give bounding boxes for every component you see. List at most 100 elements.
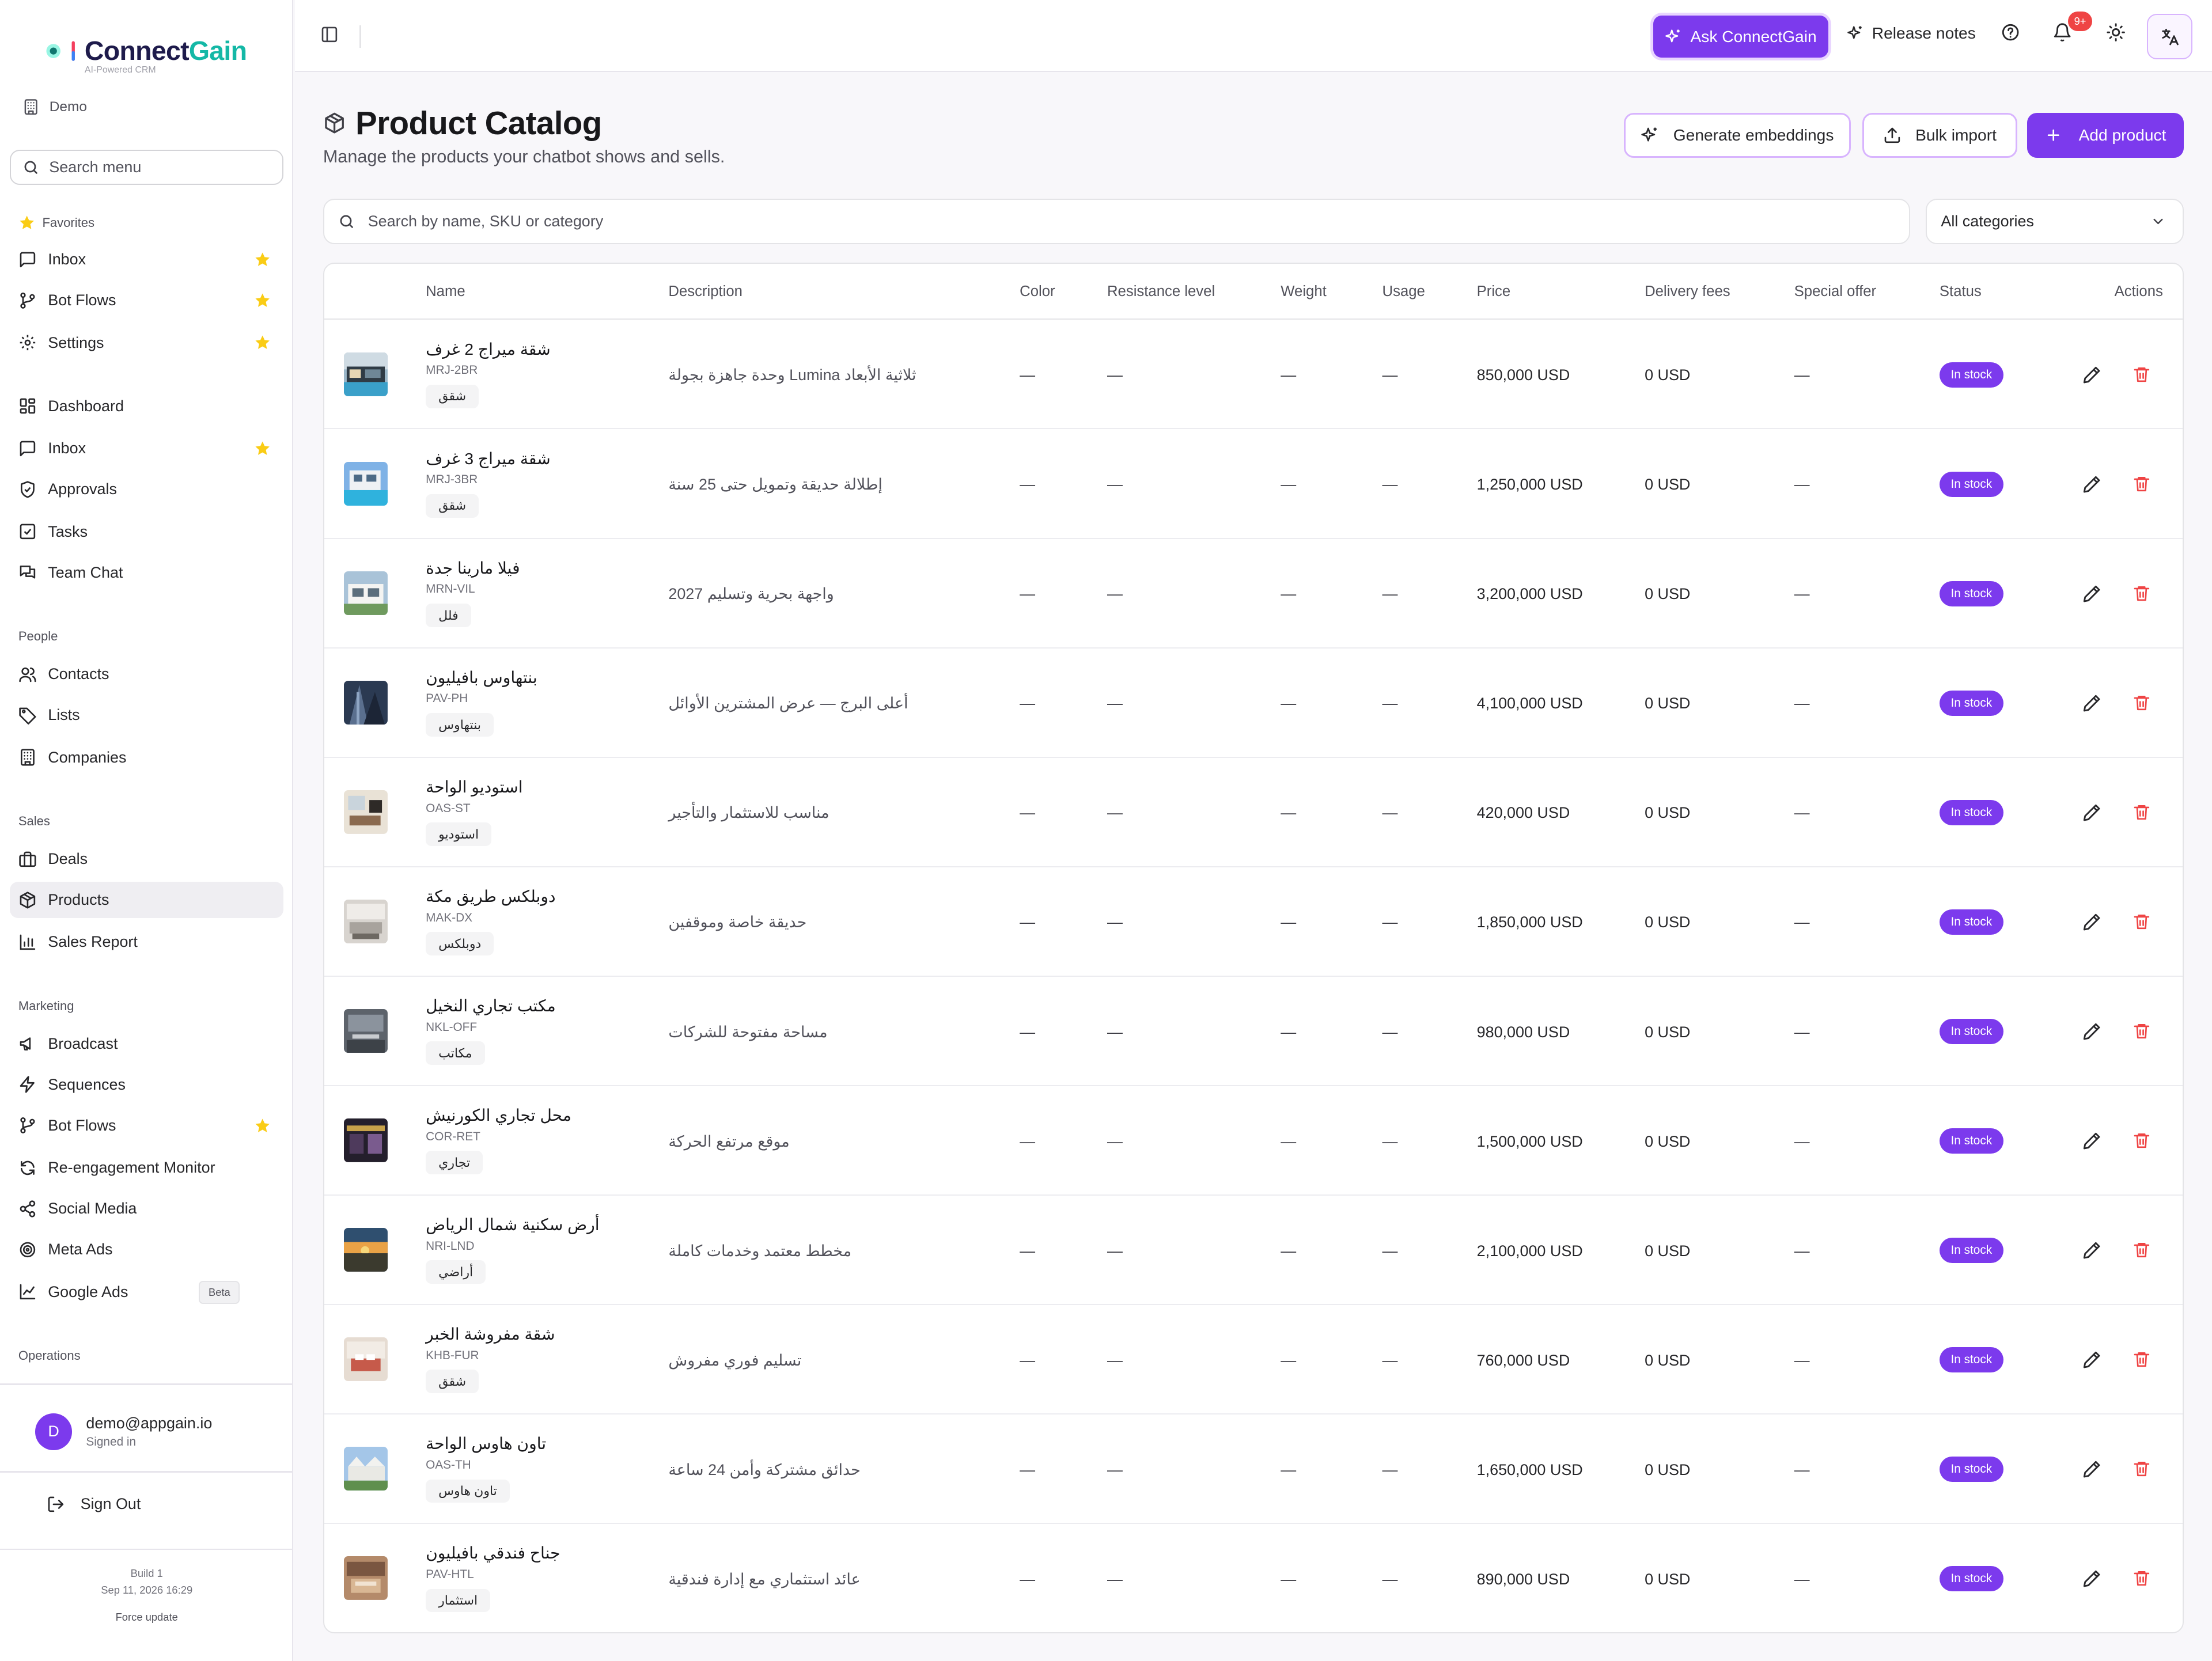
trash-icon[interactable] xyxy=(2133,803,2151,821)
pencil-icon[interactable] xyxy=(2082,1350,2101,1370)
sidebar-item-tasks[interactable]: Tasks xyxy=(10,513,283,550)
product-name[interactable]: فيلا مارينا جدة xyxy=(426,559,520,578)
product-name[interactable]: استوديو الواحة xyxy=(426,778,522,797)
sidebar-item-bot-flows[interactable]: Bot Flows xyxy=(10,1107,283,1144)
star-icon[interactable] xyxy=(254,292,271,309)
table-row[interactable]: أرض سكنية شمال الرياض NRI-LND أراضي مخطط… xyxy=(324,1196,2183,1305)
column-header-delivery[interactable]: Delivery fees xyxy=(1645,283,1730,300)
force-update-link[interactable]: Force update xyxy=(0,1611,293,1624)
column-header-weight[interactable]: Weight xyxy=(1281,283,1327,300)
sidebar-item-lists[interactable]: Lists xyxy=(10,697,283,734)
sidebar-item-team-chat[interactable]: Team Chat xyxy=(10,554,283,591)
pencil-icon[interactable] xyxy=(2082,912,2101,932)
table-row[interactable]: فيلا مارينا جدة MRN-VIL فلل واجهة بحرية … xyxy=(324,539,2183,649)
column-header-usage[interactable]: Usage xyxy=(1382,283,1425,300)
product-name[interactable]: جناح فندقي بافيليون xyxy=(426,1544,560,1563)
pencil-icon[interactable] xyxy=(2082,1569,2101,1588)
sidebar-item-re-engagement-monitor[interactable]: Re-engagement Monitor xyxy=(10,1150,283,1186)
trash-icon[interactable] xyxy=(2133,584,2151,602)
star-icon[interactable] xyxy=(254,251,271,268)
brand-logo[interactable]: ConnectGain AI-Powered CRM xyxy=(45,34,271,82)
sidebar-item-inbox[interactable]: Inbox xyxy=(10,430,283,467)
ask-connectgain-button[interactable]: Ask ConnectGain xyxy=(1653,15,1828,58)
table-row[interactable]: تاون هاوس الواحة OAS-TH تاون هاوس حدائق … xyxy=(324,1414,2183,1524)
user-profile[interactable]: D demo@appgain.io Signed in xyxy=(35,1413,212,1450)
release-notes-button[interactable]: Release notes xyxy=(1847,24,1976,43)
sidebar-item-contacts[interactable]: Contacts xyxy=(10,656,283,693)
column-header-description[interactable]: Description xyxy=(668,283,743,300)
sidebar-item-google-ads[interactable]: Google Ads Beta xyxy=(10,1273,283,1310)
sidebar-fav-settings[interactable]: Settings xyxy=(10,324,283,361)
trash-icon[interactable] xyxy=(2133,1350,2151,1368)
table-row[interactable]: استوديو الواحة OAS-ST استوديو مناسب للاس… xyxy=(324,758,2183,867)
table-row[interactable]: شقة مفروشة الخبر KHB-FUR شقق تسليم فوري … xyxy=(324,1305,2183,1414)
product-name[interactable]: دوبلكس طريق مكة xyxy=(426,887,555,906)
pencil-icon[interactable] xyxy=(2082,1131,2101,1151)
table-row[interactable]: شقة ميراج 2 غرف MRJ-2BR شقق ثلاثية الأبع… xyxy=(324,320,2183,430)
table-row[interactable]: بنتهاوس بافيليون PAV-PH بنتهاوس أعلى الب… xyxy=(324,649,2183,758)
pencil-icon[interactable] xyxy=(2082,475,2101,494)
category-select[interactable]: All categories xyxy=(1925,199,2184,244)
table-row[interactable]: دوبلكس طريق مكة MAK-DX دوبلكس حديقة خاصة… xyxy=(324,867,2183,977)
sidebar-search[interactable] xyxy=(10,149,284,185)
product-name[interactable]: شقة مفروشة الخبر xyxy=(426,1325,555,1344)
trash-icon[interactable] xyxy=(2133,693,2151,712)
product-name[interactable]: مكتب تجاري النخيل xyxy=(426,996,556,1015)
pencil-icon[interactable] xyxy=(2082,1022,2101,1041)
trash-icon[interactable] xyxy=(2133,475,2151,493)
table-row[interactable]: مكتب تجاري النخيل NKL-OFF مكاتب مساحة مف… xyxy=(324,977,2183,1086)
sidebar-item-approvals[interactable]: Approvals xyxy=(10,471,283,508)
pencil-icon[interactable] xyxy=(2082,1241,2101,1260)
column-header-status[interactable]: Status xyxy=(1940,283,1982,300)
column-header-name[interactable]: Name xyxy=(426,283,465,300)
column-header-offer[interactable]: Special offer xyxy=(1794,283,1876,300)
column-header-resistance[interactable]: Resistance level xyxy=(1107,283,1215,300)
generate-embeddings-button[interactable]: Generate embeddings xyxy=(1623,112,1851,158)
workspace-switcher[interactable]: Demo xyxy=(22,98,87,115)
sidebar-item-meta-ads[interactable]: Meta Ads xyxy=(10,1231,283,1268)
sign-out-button[interactable]: Sign Out xyxy=(47,1495,141,1514)
table-row[interactable]: شقة ميراج 3 غرف MRJ-3BR شقق إطلالة حديقة… xyxy=(324,430,2183,539)
column-header-price[interactable]: Price xyxy=(1477,283,1511,300)
pencil-icon[interactable] xyxy=(2082,365,2101,385)
sidebar-toggle-icon[interactable] xyxy=(320,25,339,44)
language-toggle-button[interactable] xyxy=(2147,14,2192,59)
sidebar-search-input[interactable] xyxy=(49,158,275,176)
sidebar-item-sequences[interactable]: Sequences xyxy=(10,1066,283,1103)
trash-icon[interactable] xyxy=(2133,1459,2151,1478)
sidebar-fav-bot-flows[interactable]: Bot Flows xyxy=(10,282,283,319)
trash-icon[interactable] xyxy=(2133,1022,2151,1040)
star-icon[interactable] xyxy=(254,334,271,351)
bulk-import-button[interactable]: Bulk import xyxy=(1862,112,2018,158)
pencil-icon[interactable] xyxy=(2082,584,2101,604)
trash-icon[interactable] xyxy=(2133,1569,2151,1587)
pencil-icon[interactable] xyxy=(2082,1459,2101,1479)
product-name[interactable]: محل تجاري الكورنيش xyxy=(426,1106,571,1125)
star-icon[interactable] xyxy=(254,1117,271,1134)
trash-icon[interactable] xyxy=(2133,912,2151,931)
sidebar-item-companies[interactable]: Companies xyxy=(10,739,283,776)
product-name[interactable]: شقة ميراج 2 غرف xyxy=(426,340,551,359)
pencil-icon[interactable] xyxy=(2082,803,2101,822)
sidebar-item-deals[interactable]: Deals xyxy=(10,841,283,878)
pencil-icon[interactable] xyxy=(2082,693,2101,713)
product-name[interactable]: تاون هاوس الواحة xyxy=(426,1434,546,1453)
sidebar-item-sales-report[interactable]: Sales Report xyxy=(10,924,283,961)
sun-icon[interactable] xyxy=(2106,22,2126,42)
product-name[interactable]: شقة ميراج 3 غرف xyxy=(426,449,551,468)
column-header-color[interactable]: Color xyxy=(1020,283,1055,300)
add-product-button[interactable]: Add product xyxy=(2027,112,2184,158)
sidebar-item-products[interactable]: Products xyxy=(10,881,284,919)
table-row[interactable]: محل تجاري الكورنيش COR-RET تجاري موقع مر… xyxy=(324,1086,2183,1196)
sidebar-fav-inbox[interactable]: Inbox xyxy=(10,241,283,278)
trash-icon[interactable] xyxy=(2133,365,2151,384)
table-row[interactable]: جناح فندقي بافيليون PAV-HTL استثمار عائد… xyxy=(324,1524,2183,1632)
product-name[interactable]: بنتهاوس بافيليون xyxy=(426,668,537,687)
product-search[interactable] xyxy=(323,199,1910,244)
sidebar-item-broadcast[interactable]: Broadcast xyxy=(10,1025,283,1062)
sidebar-item-dashboard[interactable]: Dashboard xyxy=(10,388,283,424)
trash-icon[interactable] xyxy=(2133,1131,2151,1150)
product-search-input[interactable] xyxy=(368,212,1779,230)
help-icon[interactable] xyxy=(2001,22,2020,42)
star-icon[interactable] xyxy=(254,440,271,457)
